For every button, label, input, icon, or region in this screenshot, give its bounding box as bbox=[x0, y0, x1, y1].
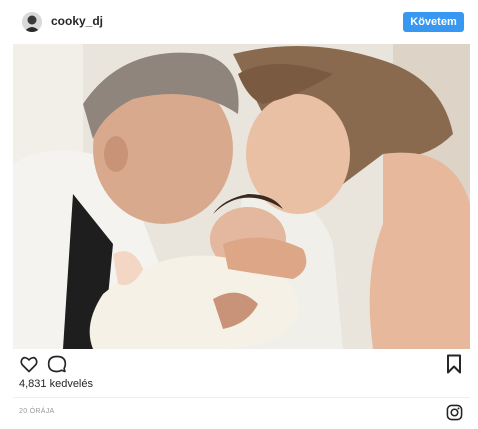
bookmark-icon[interactable] bbox=[446, 354, 462, 374]
heart-icon[interactable] bbox=[19, 354, 39, 374]
post-timestamp[interactable]: 20 ÓRÁJA bbox=[19, 408, 54, 415]
post-actions bbox=[0, 350, 478, 376]
avatar[interactable] bbox=[22, 12, 42, 32]
divider bbox=[13, 397, 470, 398]
speech-bubble-icon[interactable] bbox=[47, 354, 67, 374]
instagram-post-card: cooky_dj Követem 4,831 kedvelés 20 ÓRÁJA bbox=[0, 0, 478, 429]
follow-button[interactable]: Követem bbox=[403, 12, 464, 32]
username[interactable]: cooky_dj bbox=[51, 14, 103, 28]
likes-count[interactable]: 4,831 kedvelés bbox=[19, 378, 93, 390]
post-header: cooky_dj Követem bbox=[0, 0, 478, 42]
instagram-icon[interactable] bbox=[446, 404, 463, 421]
post-photo[interactable] bbox=[13, 44, 470, 349]
photo-illustration bbox=[13, 44, 470, 349]
